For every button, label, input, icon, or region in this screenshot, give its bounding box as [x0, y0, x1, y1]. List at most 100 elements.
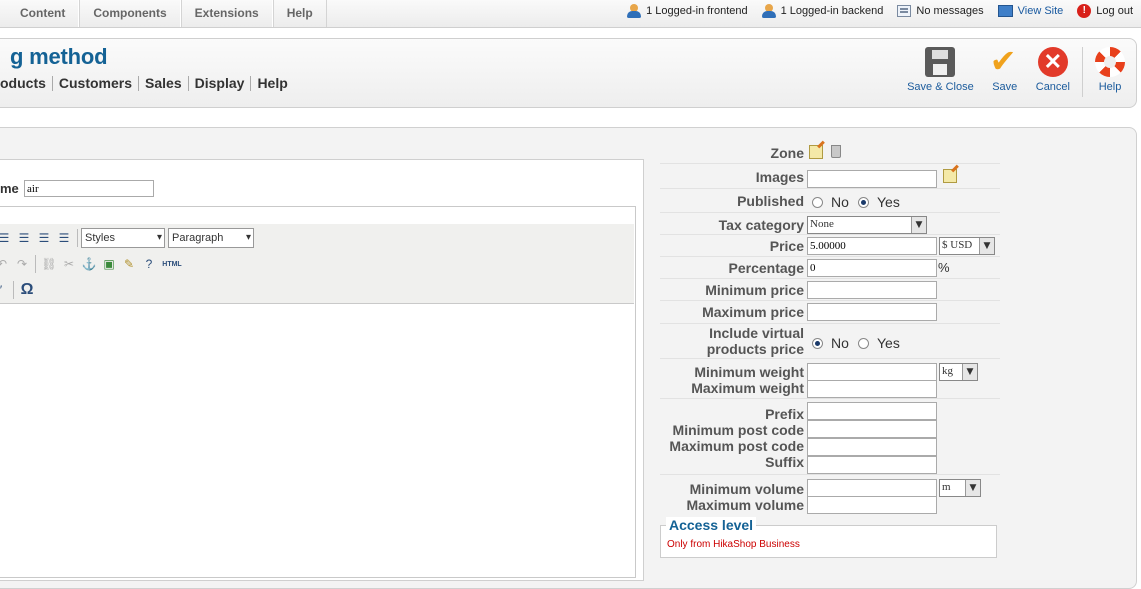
percentage-input[interactable]: [807, 259, 937, 277]
published-row: Published No Yes: [660, 189, 1000, 213]
menu-extensions[interactable]: Extensions: [180, 0, 273, 27]
max-volume-label: Maximum volume: [686, 497, 804, 513]
percentage-row: Percentage %: [660, 257, 1000, 279]
max-weight-label: Maximum weight: [691, 380, 804, 396]
min-post-code-label: Minimum post code: [672, 422, 804, 438]
frontend-text: 1 Logged-in frontend: [646, 5, 748, 17]
message-icon: [897, 5, 912, 17]
price-row: Price $ USD ▼: [660, 235, 1000, 257]
menu-components[interactable]: Components: [79, 0, 181, 27]
radio-circle-selected: [858, 196, 869, 208]
chevron-down-icon: ▼: [979, 238, 994, 254]
min-price-input[interactable]: [807, 281, 937, 299]
submenu-customers[interactable]: Customers: [53, 76, 140, 91]
zone-label: Zone: [770, 145, 804, 161]
max-post-code-input[interactable]: [807, 438, 937, 456]
toolbar-separator: [13, 281, 14, 299]
status-bar: 1 Logged-in frontend 1 Logged-in backend…: [627, 4, 1133, 18]
align-center-icon[interactable]: ☰: [14, 228, 34, 248]
menu-help[interactable]: Help: [272, 0, 327, 27]
status-messages[interactable]: No messages: [897, 5, 984, 17]
currency-select[interactable]: $ USD ▼: [939, 237, 995, 255]
trash-icon[interactable]: [831, 145, 841, 158]
help-button[interactable]: Help: [1087, 47, 1133, 93]
submenu-help[interactable]: Help: [251, 76, 293, 91]
logout-link[interactable]: ! Log out: [1077, 4, 1133, 18]
weight-unit-select[interactable]: kg ▼: [939, 363, 978, 381]
edit-icon[interactable]: [943, 169, 957, 183]
images-row: Images: [660, 164, 1000, 189]
submenu-products[interactable]: oducts: [0, 76, 53, 91]
html-icon[interactable]: HTML: [159, 254, 185, 274]
virtual-yes-radio[interactable]: Yes: [858, 335, 900, 351]
tax-category-value: None: [810, 218, 834, 230]
tax-row: Tax category None ▼: [660, 213, 1000, 235]
screen-icon: [997, 5, 1013, 17]
volume-unit-select[interactable]: m ▼: [939, 479, 981, 497]
access-level-title: Access level: [666, 517, 757, 533]
messages-text: No messages: [916, 5, 984, 17]
format-dropdown[interactable]: Paragraph: [168, 228, 254, 248]
edit-icon[interactable]: [809, 145, 823, 159]
published-yes-radio[interactable]: Yes: [858, 194, 900, 210]
submenu-display[interactable]: Display: [189, 76, 252, 91]
images-input[interactable]: [807, 170, 937, 188]
save-close-button[interactable]: Save & Close: [899, 47, 982, 93]
radio-circle: [858, 337, 869, 349]
users-icon: [627, 4, 642, 18]
suffix-input[interactable]: [807, 456, 937, 474]
help-icon[interactable]: ?: [139, 254, 159, 274]
published-no-radio[interactable]: No: [812, 194, 849, 210]
cancel-label: Cancel: [1035, 81, 1070, 93]
align-left-icon[interactable]: ☰: [0, 228, 14, 248]
editor-content-area[interactable]: [0, 304, 634, 574]
tax-category-select[interactable]: None ▼: [807, 216, 927, 234]
max-price-input[interactable]: [807, 303, 937, 321]
users-icon: [761, 4, 776, 18]
anchor-icon[interactable]: ⚓: [79, 254, 99, 274]
align-justify-icon[interactable]: ☰: [54, 228, 74, 248]
superscript-icon[interactable]: ″: [0, 280, 10, 300]
special-char-icon[interactable]: Ω: [17, 280, 37, 300]
styles-dropdown[interactable]: Styles: [81, 228, 165, 248]
view-site-link[interactable]: View Site: [997, 5, 1063, 17]
virtual-no-radio[interactable]: No: [812, 335, 849, 351]
include-virtual-row: Include virtual products price No Yes: [660, 324, 1000, 359]
chevron-down-icon: ▼: [965, 480, 980, 496]
undo-icon[interactable]: ↶: [0, 254, 12, 274]
min-weight-input[interactable]: [807, 363, 937, 381]
image-icon[interactable]: ▣: [99, 254, 119, 274]
submenu: oducts Customers Sales Display Help: [0, 76, 294, 91]
virtual-yes-label: Yes: [877, 335, 900, 351]
close-icon: ✕: [1037, 47, 1068, 77]
price-input[interactable]: [807, 237, 937, 255]
cancel-button[interactable]: ✕ Cancel: [1028, 47, 1078, 93]
name-input[interactable]: [24, 180, 154, 197]
editor-toolbar: ☰ ☰ ☰ ☰ Styles Paragraph ↶ ↷ ⛓ ✂ ⚓ ▣ ✎ ?…: [0, 224, 634, 304]
max-volume-input[interactable]: [807, 496, 937, 514]
redo-icon[interactable]: ↷: [12, 254, 32, 274]
prefix-input[interactable]: [807, 402, 937, 420]
min-volume-input[interactable]: [807, 479, 937, 497]
volume-unit-value: m: [942, 481, 951, 493]
toolbar-separator: [77, 229, 78, 247]
help-label: Help: [1098, 81, 1122, 93]
link-icon[interactable]: ⛓: [39, 254, 59, 274]
save-button[interactable]: Save: [982, 43, 1028, 93]
menu-content[interactable]: Content: [0, 0, 80, 27]
max-weight-input[interactable]: [807, 380, 937, 398]
unlink-icon[interactable]: ✂: [59, 254, 79, 274]
weight-unit-value: kg: [942, 365, 953, 377]
align-right-icon[interactable]: ☰: [34, 228, 54, 248]
post-code-row: Prefix Minimum post code Maximum post co…: [660, 399, 1000, 475]
toolbar-separator: [35, 255, 36, 273]
cleanup-icon[interactable]: ✎: [119, 254, 139, 274]
page-title: g method: [10, 44, 108, 69]
submenu-sales[interactable]: Sales: [139, 76, 189, 91]
disk-icon: [925, 47, 956, 77]
chevron-down-icon: ▼: [911, 217, 926, 233]
min-post-code-input[interactable]: [807, 420, 937, 438]
zone-row: Zone: [660, 140, 1000, 164]
percentage-label: Percentage: [728, 260, 804, 276]
tax-category-label: Tax category: [718, 217, 804, 233]
